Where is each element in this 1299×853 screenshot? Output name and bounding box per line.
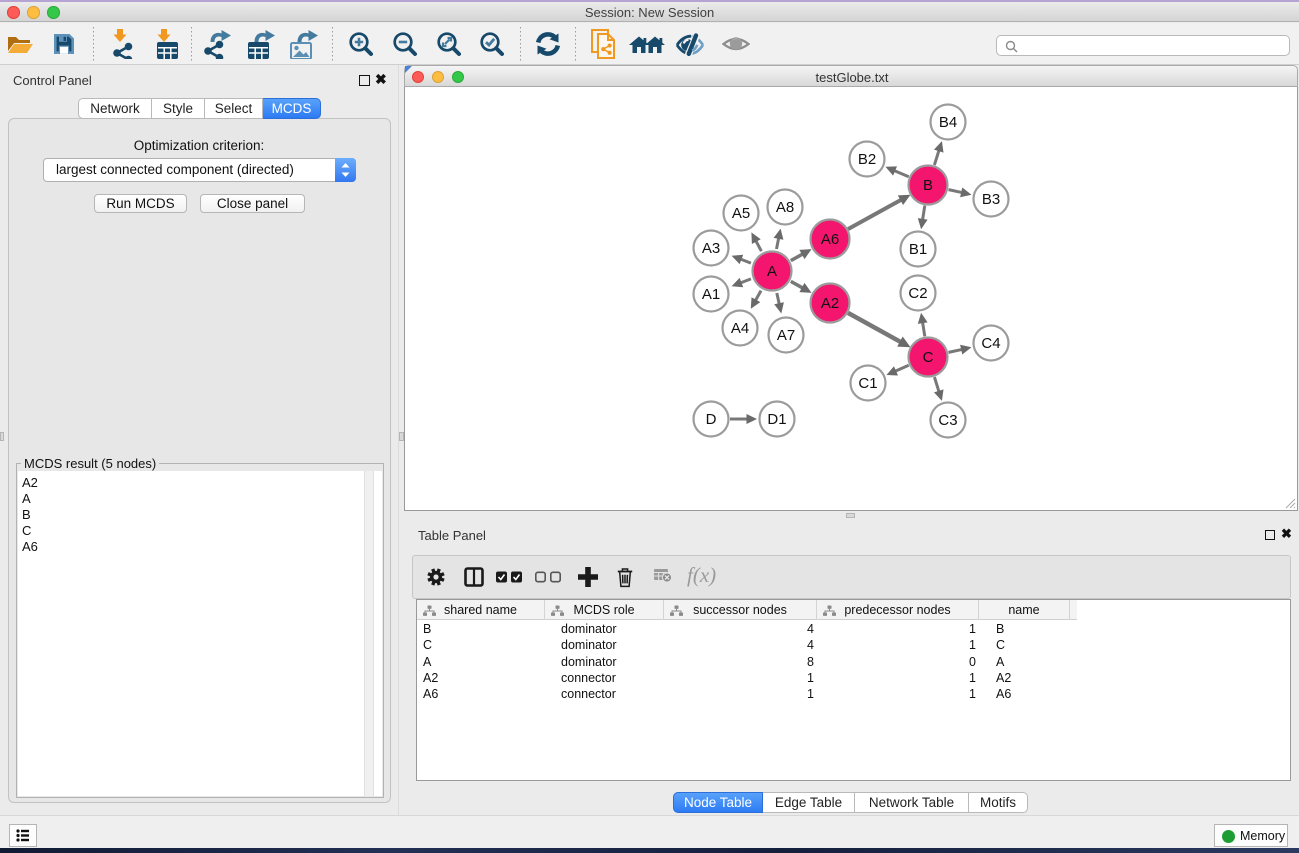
- svg-text:A1: A1: [702, 286, 720, 303]
- svg-text:A5: A5: [732, 205, 750, 222]
- svg-text:B: B: [923, 177, 933, 194]
- svg-text:C3: C3: [938, 412, 957, 429]
- svg-text:C: C: [923, 349, 934, 366]
- svg-text:A: A: [767, 263, 777, 280]
- svg-text:A4: A4: [731, 320, 749, 337]
- svg-text:B4: B4: [939, 114, 957, 131]
- svg-text:D1: D1: [767, 411, 786, 428]
- svg-text:A3: A3: [702, 240, 720, 257]
- svg-text:B2: B2: [858, 151, 876, 168]
- svg-text:C1: C1: [858, 375, 877, 392]
- svg-text:D: D: [706, 411, 717, 428]
- svg-text:A2: A2: [821, 295, 839, 312]
- svg-text:C4: C4: [981, 335, 1000, 352]
- svg-text:B3: B3: [982, 191, 1000, 208]
- svg-text:B1: B1: [909, 241, 927, 258]
- svg-text:A8: A8: [776, 199, 794, 216]
- svg-text:A6: A6: [821, 231, 839, 248]
- svg-text:A7: A7: [777, 327, 795, 344]
- svg-text:C2: C2: [908, 285, 927, 302]
